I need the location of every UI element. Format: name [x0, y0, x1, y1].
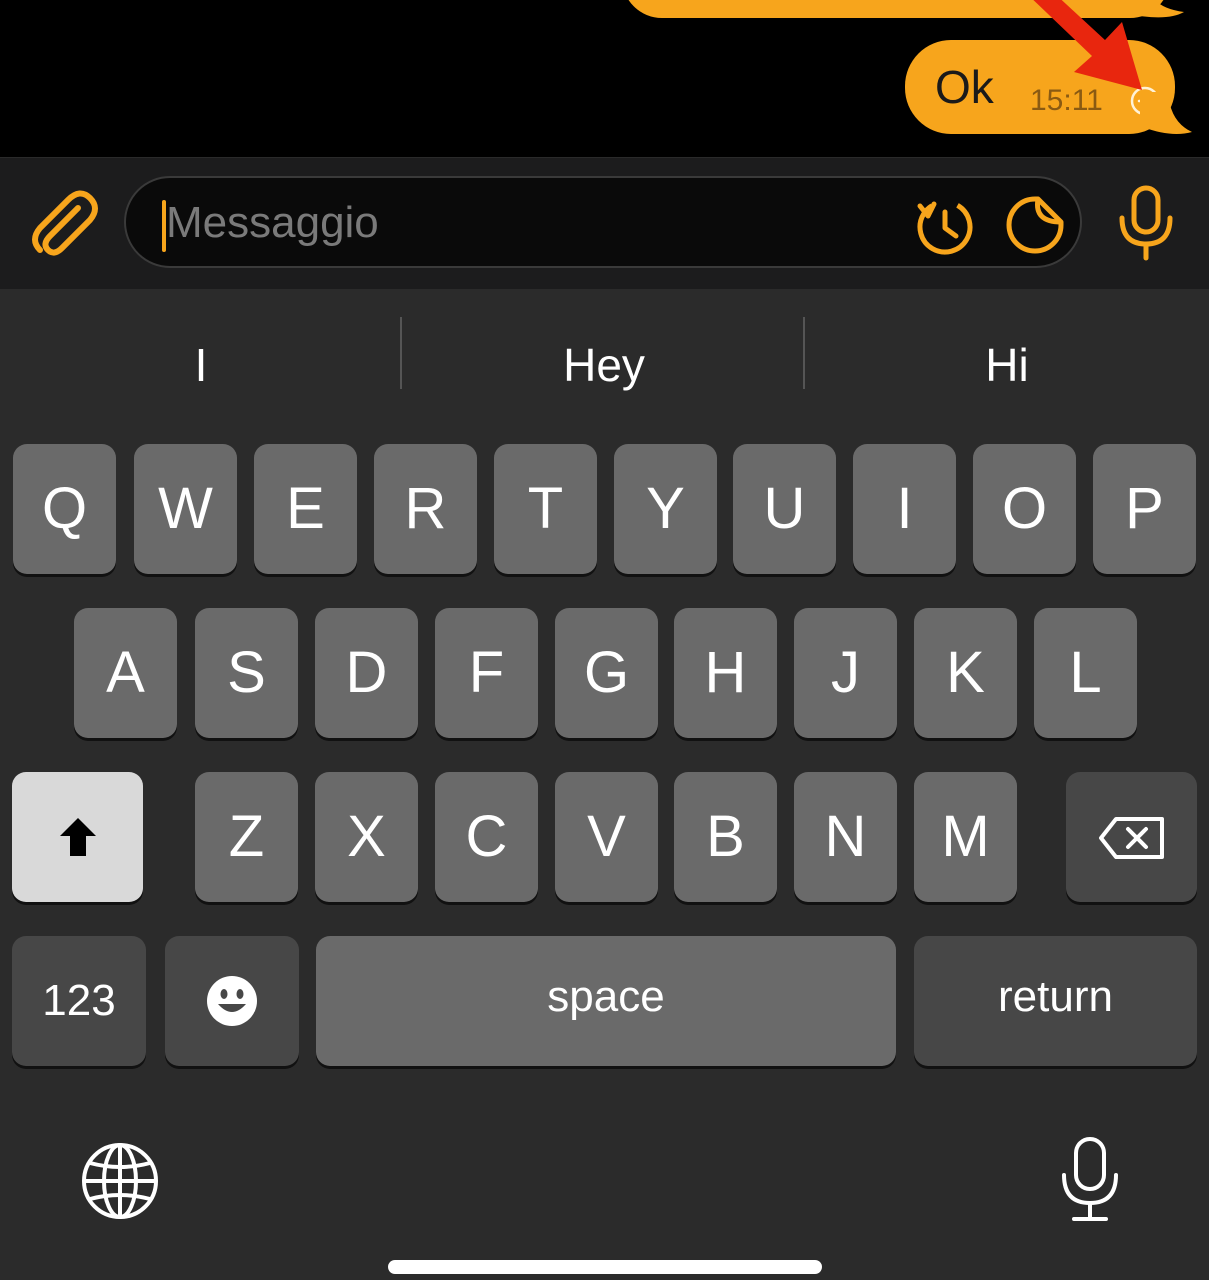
key-r[interactable]: R: [374, 444, 477, 574]
numbers-key[interactable]: 123: [12, 936, 146, 1066]
microphone-icon[interactable]: [1114, 184, 1178, 264]
backspace-icon: [1099, 817, 1164, 859]
home-indicator[interactable]: [388, 1260, 822, 1274]
key-l[interactable]: L: [1034, 608, 1137, 738]
key-t[interactable]: T: [494, 444, 597, 574]
key-b[interactable]: B: [674, 772, 777, 902]
key-m[interactable]: M: [914, 772, 1017, 902]
suggestion-item[interactable]: Hey: [403, 335, 805, 395]
suggestion-item[interactable]: Hi: [806, 335, 1208, 395]
key-s[interactable]: S: [195, 608, 298, 738]
key-h[interactable]: H: [674, 608, 777, 738]
key-z[interactable]: Z: [195, 772, 298, 902]
backspace-key[interactable]: [1066, 772, 1197, 902]
chat-area: Ok 15:11: [0, 0, 1209, 157]
message-placeholder: Messaggio: [166, 198, 379, 247]
timer-icon[interactable]: [914, 194, 976, 256]
key-x[interactable]: X: [315, 772, 418, 902]
key-p[interactable]: P: [1093, 444, 1196, 574]
key-v[interactable]: V: [555, 772, 658, 902]
red-arrow-annotation: [1033, 0, 1142, 90]
dictation-icon[interactable]: [1058, 1135, 1122, 1225]
emoji-key[interactable]: [165, 936, 299, 1066]
key-f[interactable]: F: [435, 608, 538, 738]
shift-icon: [60, 818, 96, 856]
sticker-icon[interactable]: [1004, 194, 1066, 256]
key-u[interactable]: U: [733, 444, 836, 574]
divider: [803, 317, 805, 389]
message-input[interactable]: Messaggio: [124, 176, 1082, 268]
emoji-icon: [207, 976, 257, 1026]
key-g[interactable]: G: [555, 608, 658, 738]
key-q[interactable]: Q: [13, 444, 116, 574]
key-o[interactable]: O: [973, 444, 1076, 574]
key-k[interactable]: K: [914, 608, 1017, 738]
key-n[interactable]: N: [794, 772, 897, 902]
key-j[interactable]: J: [794, 608, 897, 738]
suggestion-bar: I Hey Hi: [0, 289, 1209, 439]
space-key[interactable]: space: [316, 936, 896, 1066]
key-d[interactable]: D: [315, 608, 418, 738]
message-input-bar: Messaggio: [0, 157, 1209, 290]
paperclip-icon[interactable]: [28, 188, 98, 260]
key-e[interactable]: E: [254, 444, 357, 574]
key-a[interactable]: A: [74, 608, 177, 738]
key-i[interactable]: I: [853, 444, 956, 574]
keyboard: I Hey Hi Q W E R T Y U I O P A S D F G H…: [0, 289, 1209, 1280]
suggestion-item[interactable]: I: [0, 335, 402, 395]
shift-key[interactable]: [12, 772, 143, 902]
key-c[interactable]: C: [435, 772, 538, 902]
key-w[interactable]: W: [134, 444, 237, 574]
key-y[interactable]: Y: [614, 444, 717, 574]
bubble-tail: [1140, 92, 1192, 134]
globe-icon[interactable]: [80, 1141, 160, 1221]
return-key[interactable]: return: [914, 936, 1197, 1066]
message-text: Ok: [935, 61, 994, 113]
divider: [400, 317, 402, 389]
